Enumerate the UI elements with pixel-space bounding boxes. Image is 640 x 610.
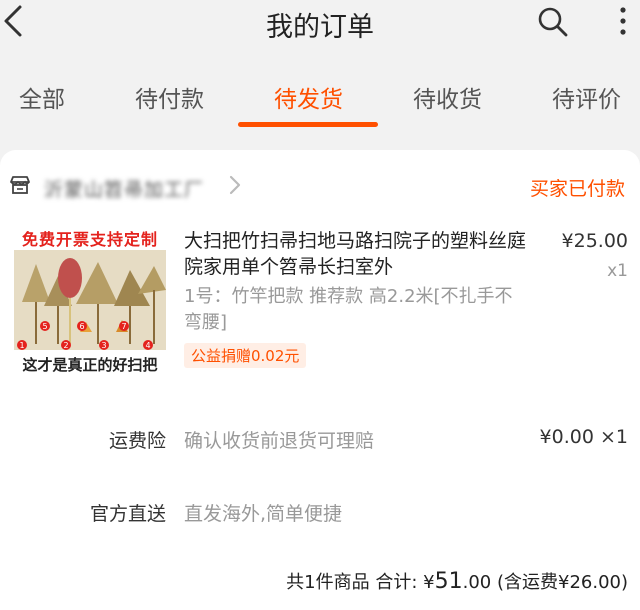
item-count: 共1件商品 xyxy=(286,572,370,593)
product-quantity: x1 xyxy=(607,261,628,281)
tab-pending-payment[interactable]: 待付款 xyxy=(135,80,204,114)
total-currency: ¥ xyxy=(423,572,435,593)
svg-text:6: 6 xyxy=(79,322,84,331)
product-sku: 1号：竹竿把款 推荐款 高2.2米[不扎手不弯腰] xyxy=(184,286,513,333)
charity-badge: 公益捐赠0.02元 xyxy=(184,343,307,368)
total-label: 合计: xyxy=(375,572,418,593)
svg-text:5: 5 xyxy=(42,322,47,331)
svg-text:1: 1 xyxy=(19,341,24,350)
broom-illustration: 1 2 3 4 5 6 7 xyxy=(14,250,166,350)
official-direct-value: 直发海外,简单便捷 xyxy=(184,503,343,525)
total-int: 51 xyxy=(434,569,463,594)
order-card: 沂蒙山笤帚加工厂 买家已付款 免费开票支持定制 1 2 3 4 5 6 7 这才… xyxy=(0,150,640,610)
search-icon[interactable] xyxy=(537,6,569,38)
image-banner-bottom: 这才是真正的好扫把 xyxy=(14,350,166,377)
tab-all[interactable]: 全部 xyxy=(19,80,65,114)
order-total: 共1件商品 合计: ¥51.00 (含运费¥26.00) xyxy=(286,568,628,594)
svg-text:3: 3 xyxy=(101,341,106,350)
freight-insurance-price: ¥0.00 ×1 xyxy=(539,426,628,448)
svg-text:7: 7 xyxy=(121,322,126,331)
chevron-right-icon[interactable] xyxy=(228,174,242,196)
shipping-note: (含运费¥26.00) xyxy=(496,572,628,593)
order-status: 买家已付款 xyxy=(529,178,625,200)
shop-name[interactable]: 沂蒙山笤帚加工厂 xyxy=(44,175,204,202)
tab-pending-review[interactable]: 待评价 xyxy=(552,80,621,114)
image-banner-top: 免费开票支持定制 xyxy=(14,223,166,250)
active-tab-indicator xyxy=(238,122,378,127)
product-price: ¥25.00 xyxy=(561,230,628,252)
svg-text:2: 2 xyxy=(63,341,68,350)
order-tabs: 全部 待付款 待发货 待收货 待评价 xyxy=(0,70,640,128)
store-icon xyxy=(10,176,30,194)
freight-insurance-label: 运费险 xyxy=(108,430,166,452)
tab-pending-shipment[interactable]: 待发货 xyxy=(274,80,343,114)
official-direct-label: 官方直送 xyxy=(89,503,166,525)
tab-pending-receipt[interactable]: 待收货 xyxy=(413,80,482,114)
svg-text:4: 4 xyxy=(145,341,150,350)
freight-insurance-value: 确认收货前退货可理赔 xyxy=(184,430,375,452)
more-vertical-icon[interactable] xyxy=(616,4,630,38)
product-title[interactable]: 大扫把竹扫帚扫地马路扫院子的塑料丝庭院家用单个笤帚长扫室外 xyxy=(184,228,534,280)
total-dec: .00 xyxy=(462,572,492,593)
top-bar: 我的订单 xyxy=(0,0,640,48)
product-image[interactable]: 免费开票支持定制 1 2 3 4 5 6 7 这才是真正的好扫把 xyxy=(14,223,166,377)
